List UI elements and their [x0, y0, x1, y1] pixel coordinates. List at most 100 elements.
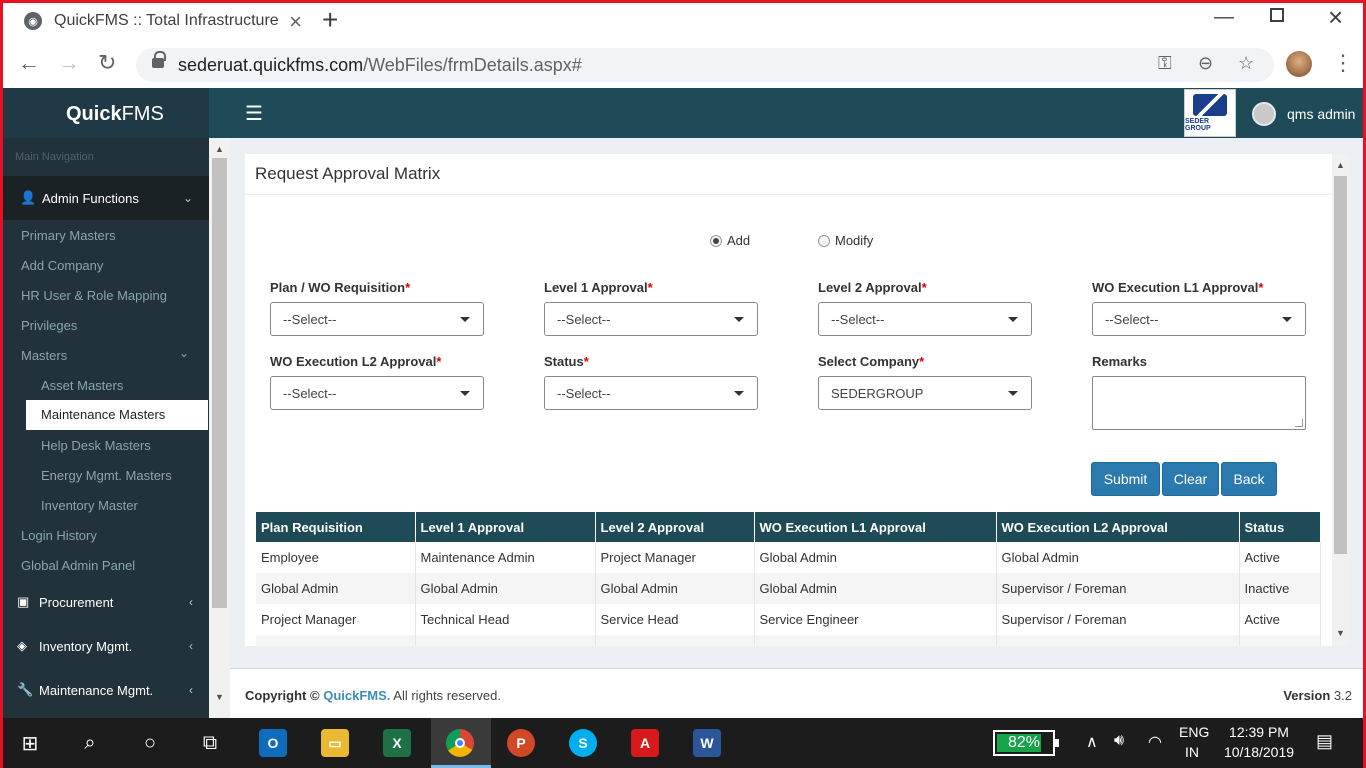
hamburger-menu-icon[interactable]: ☰	[245, 101, 263, 126]
select-level2-approval[interactable]: --Select--	[818, 302, 1032, 336]
key-icon[interactable]: ⚿	[1158, 53, 1172, 74]
profile-avatar[interactable]	[1286, 51, 1312, 77]
select-plan-requisition[interactable]: --Select--	[270, 302, 484, 336]
minimize-icon[interactable]: —	[1214, 6, 1234, 29]
content-scrollbar[interactable]: ▲ ▼	[1332, 154, 1349, 646]
sidebar-heading: Main Navigation	[15, 151, 94, 163]
scrollbar-thumb[interactable]	[1334, 176, 1347, 554]
radio-unselected-icon[interactable]	[818, 234, 830, 247]
star-icon[interactable]: ☆	[1238, 53, 1254, 74]
table-row[interactable]: Global Admin Global Admin Global Admin G…	[256, 573, 1321, 604]
radio-add[interactable]: Add	[710, 233, 750, 248]
powerpoint-icon[interactable]: P	[507, 729, 535, 757]
remarks-textarea[interactable]	[1092, 376, 1306, 430]
table-cell: Service Engineer	[754, 604, 997, 635]
select-level1-approval[interactable]: --Select--	[544, 302, 758, 336]
sidebar-item-hr-user[interactable]: HR User & Role Mapping	[21, 288, 167, 303]
app-logo[interactable]: QuickFMS	[66, 103, 164, 126]
back-button[interactable]: Back	[1221, 462, 1277, 496]
submit-button[interactable]: Submit	[1091, 462, 1160, 496]
windows-start-icon[interactable]: ⊞	[14, 727, 46, 759]
radio-selected-icon[interactable]	[710, 234, 722, 247]
sidebar-item-login-history[interactable]: Login History	[21, 528, 97, 543]
table-row[interactable]	[256, 635, 1321, 646]
table-row[interactable]: Project Manager Technical Head Service H…	[256, 604, 1321, 635]
column-header[interactable]: Level 2 Approval	[595, 512, 755, 542]
select-company[interactable]: SEDERGROUP	[818, 376, 1032, 410]
task-view-icon[interactable]: ⧉	[194, 727, 226, 759]
close-tab-icon[interactable]: ×	[289, 9, 302, 35]
select-wo-exec-l1[interactable]: --Select--	[1092, 302, 1306, 336]
scroll-down-icon[interactable]: ▼	[1336, 628, 1345, 638]
scrollbar-thumb[interactable]	[212, 158, 227, 608]
scroll-up-icon[interactable]: ▲	[1336, 160, 1345, 170]
language-indicator[interactable]: ENG IN	[1179, 724, 1209, 760]
clock[interactable]: 12:39 PM 10/18/2019	[1220, 724, 1298, 760]
kebab-menu-icon[interactable]: ⋮	[1332, 50, 1354, 76]
copyright-text: Copyright © QuickFMS. All rights reserve…	[245, 688, 501, 703]
select-status[interactable]: --Select--	[544, 376, 758, 410]
back-arrow-icon[interactable]: ←	[18, 50, 40, 76]
sidebar-item-asset-masters[interactable]: Asset Masters	[41, 378, 123, 393]
user-avatar[interactable]	[1252, 102, 1276, 126]
forward-arrow-icon[interactable]: →	[58, 50, 80, 76]
clear-button[interactable]: Clear	[1162, 462, 1219, 496]
approval-matrix-panel: Request Approval Matrix Add Modify Plan …	[245, 154, 1332, 646]
sidebar-item-help-desk-masters[interactable]: Help Desk Masters	[41, 438, 151, 453]
scroll-up-icon[interactable]: ▲	[215, 144, 224, 154]
word-icon[interactable]: W	[693, 729, 721, 757]
table-cell: Global Admin	[754, 542, 997, 573]
table-cell: Employee	[256, 542, 416, 573]
acrobat-icon[interactable]: A	[631, 729, 659, 757]
footer-brand-link[interactable]: QuickFMS.	[323, 688, 390, 703]
caret-down-icon	[1008, 317, 1018, 322]
sidebar-section-procurement[interactable]: ▣ Procurement ‹	[3, 580, 209, 624]
reload-icon[interactable]: ↻	[98, 50, 116, 76]
search-icon[interactable]: ⌕	[74, 727, 106, 759]
chevron-left-icon: ‹	[189, 595, 193, 609]
outlook-icon[interactable]: O	[259, 729, 287, 757]
scroll-down-icon[interactable]: ▼	[215, 692, 224, 702]
notification-icon[interactable]: ▤	[1316, 731, 1333, 752]
sidebar-section-inventory[interactable]: ◈ Inventory Mgmt. ‹	[3, 624, 209, 668]
cube-icon: ◈	[17, 638, 27, 653]
chevron-left-icon: ‹	[189, 683, 193, 697]
chevron-up-icon[interactable]: ∧	[1086, 732, 1098, 752]
sidebar-item-privileges[interactable]: Privileges	[21, 318, 77, 333]
address-bar[interactable]: sederuat.quickfms.com/WebFiles/frmDetail…	[136, 48, 1274, 82]
column-header[interactable]: Status	[1239, 512, 1321, 542]
column-header[interactable]: Level 1 Approval	[415, 512, 596, 542]
skype-icon[interactable]: S	[569, 729, 597, 757]
sidebar-item-masters[interactable]: Masters	[21, 348, 67, 363]
sidebar-item-add-company[interactable]: Add Company	[21, 258, 103, 273]
cortana-icon[interactable]: ○	[134, 727, 166, 759]
sidebar-item-energy-masters[interactable]: Energy Mgmt. Masters	[41, 468, 172, 483]
user-name[interactable]: qms admin	[1287, 106, 1355, 122]
browser-tab[interactable]: ◉ QuickFMS :: Total Infrastructure C ×	[10, 4, 310, 38]
new-tab-icon[interactable]: +	[322, 4, 338, 36]
page-title: Request Approval Matrix	[255, 164, 441, 183]
wifi-icon[interactable]: ◠	[1148, 732, 1162, 752]
table-row[interactable]: Employee Maintenance Admin Project Manag…	[256, 542, 1321, 573]
sidebar-item-primary-masters[interactable]: Primary Masters	[21, 228, 116, 243]
battery-indicator[interactable]: 82%	[993, 730, 1059, 756]
volume-icon[interactable]: 🔊︎	[1114, 732, 1124, 750]
column-header[interactable]: Plan Requisition	[256, 512, 416, 542]
close-window-icon[interactable]: ×	[1328, 2, 1343, 33]
column-header[interactable]: WO Execution L1 Approval	[754, 512, 997, 542]
zoom-icon[interactable]: ⊖	[1198, 53, 1213, 74]
sidebar-section-admin[interactable]: 👤 Admin Functions ⌄	[3, 176, 209, 220]
chrome-icon[interactable]	[446, 729, 474, 757]
sidebar-scrollbar[interactable]: ▲ ▼	[209, 138, 230, 718]
sidebar-item-maintenance-masters[interactable]: Maintenance Masters	[26, 400, 208, 430]
select-wo-exec-l2[interactable]: --Select--	[270, 376, 484, 410]
sidebar-item-global-admin[interactable]: Global Admin Panel	[21, 558, 135, 573]
chevron-down-icon: ⌄	[182, 191, 193, 205]
column-header[interactable]: WO Execution L2 Approval	[996, 512, 1240, 542]
excel-icon[interactable]: X	[383, 729, 411, 757]
maximize-icon[interactable]	[1270, 8, 1284, 22]
radio-modify[interactable]: Modify	[818, 233, 873, 248]
sidebar-section-maintenance[interactable]: 🔧 Maintenance Mgmt. ‹	[3, 668, 209, 712]
file-explorer-icon[interactable]: ▭	[321, 729, 349, 757]
sidebar-item-inventory-master[interactable]: Inventory Master	[41, 498, 138, 513]
